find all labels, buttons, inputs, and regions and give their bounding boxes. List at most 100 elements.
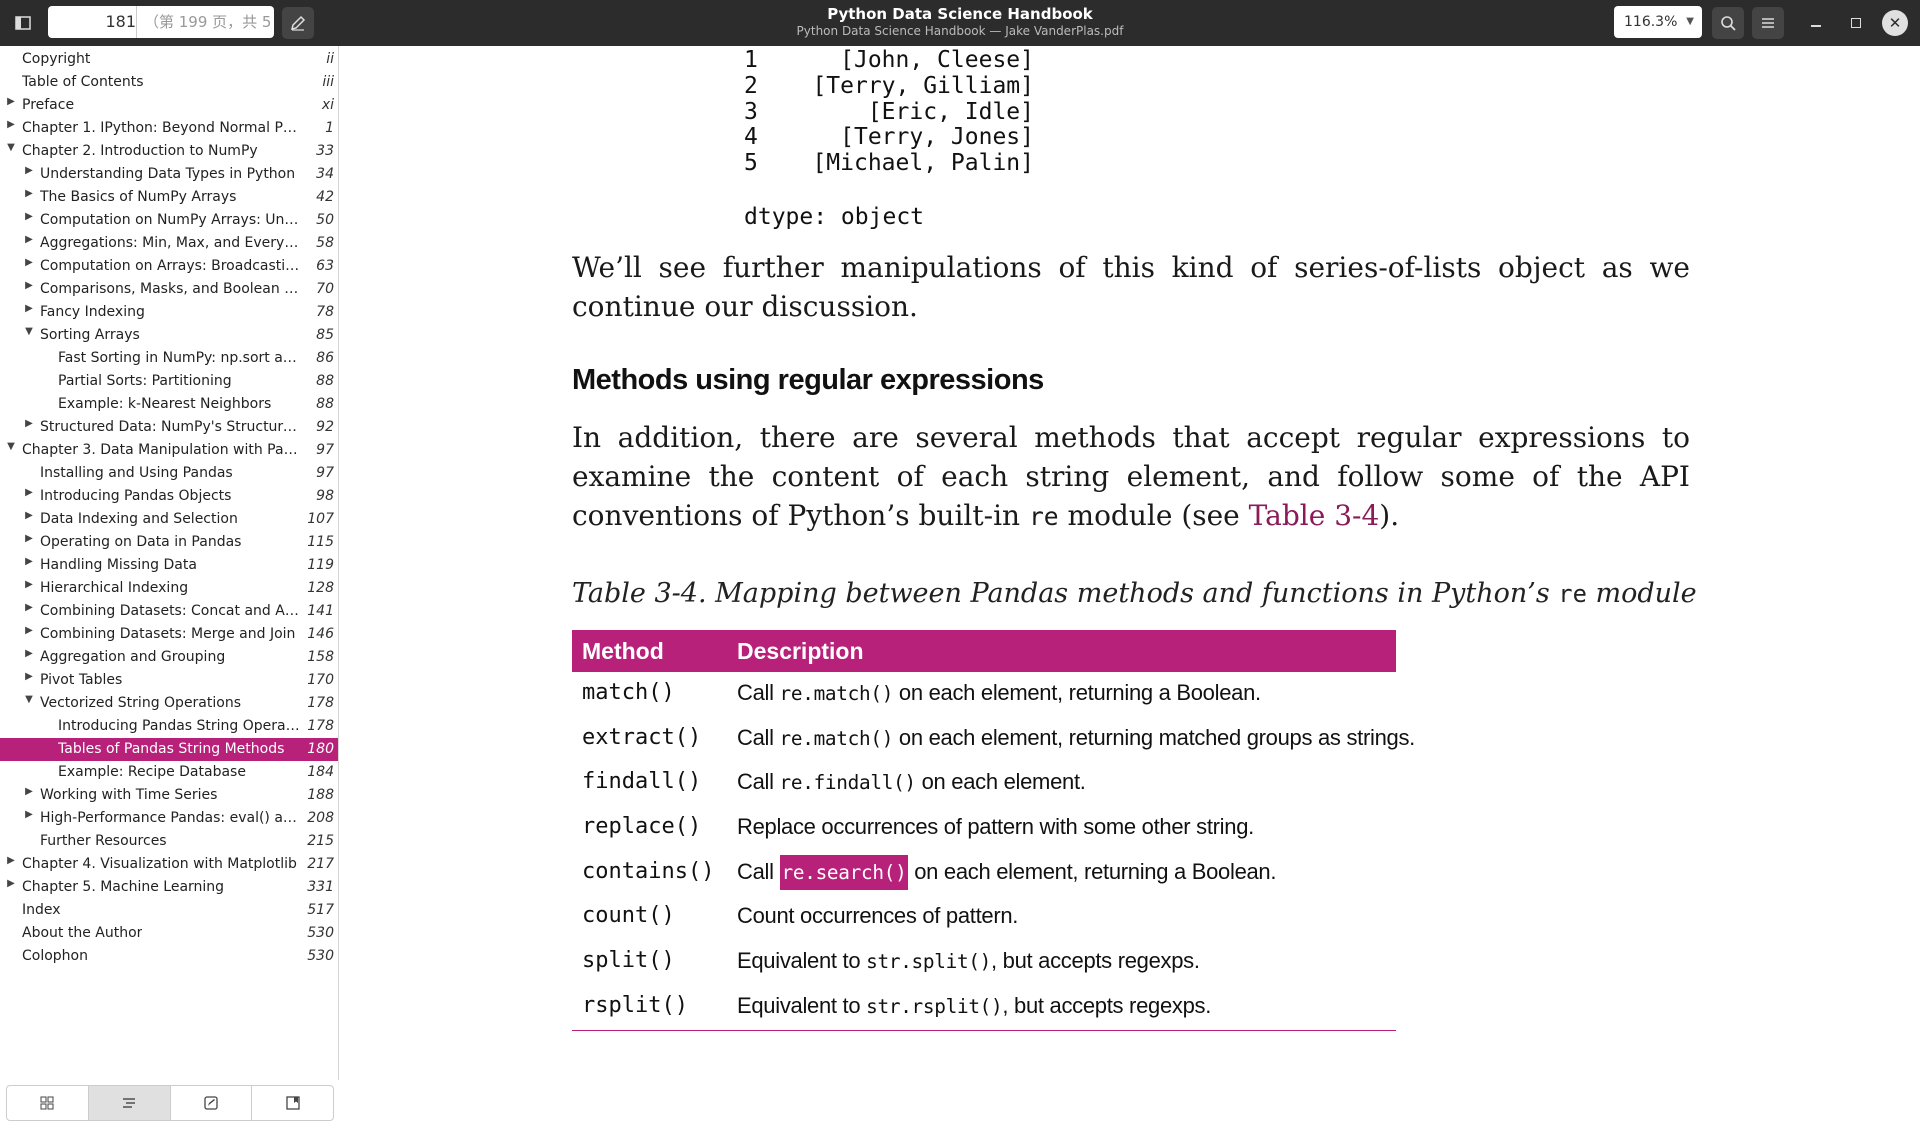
- toc-item[interactable]: ▶ Operating on Data in Pandas 115: [0, 531, 338, 554]
- maximize-button[interactable]: [1840, 7, 1872, 39]
- toc-item[interactable]: Colophon 530: [0, 945, 338, 968]
- toc-item-page: 141: [307, 603, 334, 619]
- collapsed-chevron-icon[interactable]: ▶: [4, 855, 18, 866]
- minimize-button[interactable]: [1800, 7, 1832, 39]
- toc-item[interactable]: ▶ Structured Data: NumPy's Structured… 92: [0, 416, 338, 439]
- toc-item-label: Aggregations: Min, Max, and Everythi…: [40, 235, 300, 251]
- toc-item[interactable]: ▶ Working with Time Series 188: [0, 784, 338, 807]
- menu-button[interactable]: [1752, 7, 1784, 39]
- tab-outline[interactable]: [88, 1086, 171, 1120]
- toc-item[interactable]: ▶ Comparisons, Masks, and Boolean Lo… 70: [0, 278, 338, 301]
- annotate-button[interactable]: [282, 7, 314, 39]
- description-text: Call: [737, 769, 780, 795]
- toc-item[interactable]: ▼ Chapter 3. Data Manipulation with Panda…: [0, 439, 338, 462]
- page-number-input[interactable]: 181 （第 199 页，共 5: [48, 6, 274, 38]
- collapsed-chevron-icon[interactable]: ▶: [22, 579, 36, 590]
- collapsed-chevron-icon[interactable]: ▶: [22, 211, 36, 222]
- expanded-chevron-icon[interactable]: ▼: [22, 694, 36, 705]
- zoom-select[interactable]: 116.3% ▼: [1614, 6, 1702, 38]
- toc-item[interactable]: Further Resources 215: [0, 830, 338, 853]
- toc-item[interactable]: ▶ Understanding Data Types in Python 34: [0, 163, 338, 186]
- header-bar: 181 （第 199 页，共 5 Python Data Science Han…: [0, 0, 1920, 46]
- toc-item[interactable]: ▶ Data Indexing and Selection 107: [0, 508, 338, 531]
- collapsed-chevron-icon[interactable]: ▶: [22, 188, 36, 199]
- tab-thumbnails[interactable]: [7, 1086, 89, 1120]
- toc-item[interactable]: ▶ Hierarchical Indexing 128: [0, 577, 338, 600]
- toc-item[interactable]: Example: k-Nearest Neighbors 88: [0, 393, 338, 416]
- collapsed-chevron-icon[interactable]: ▶: [4, 96, 18, 107]
- toc-item[interactable]: About the Author 530: [0, 922, 338, 945]
- toc-item[interactable]: Table of Contents iii: [0, 71, 338, 94]
- toc-item[interactable]: ▶ Preface xi: [0, 94, 338, 117]
- toc-item[interactable]: ▶ Pivot Tables 170: [0, 669, 338, 692]
- toc-item[interactable]: ▶ The Basics of NumPy Arrays 42: [0, 186, 338, 209]
- collapsed-chevron-icon[interactable]: ▶: [4, 878, 18, 889]
- page-number-value[interactable]: 181: [48, 6, 137, 38]
- collapsed-chevron-icon[interactable]: ▶: [22, 165, 36, 176]
- toc-item[interactable]: Tables of Pandas String Methods 180: [0, 738, 338, 761]
- maximize-icon: [1851, 18, 1861, 28]
- thumbnails-icon: [40, 1096, 54, 1110]
- close-button[interactable]: ✕: [1882, 10, 1908, 36]
- toc-item[interactable]: ▼ Sorting Arrays 85: [0, 324, 338, 347]
- collapsed-chevron-icon[interactable]: ▶: [22, 602, 36, 613]
- toc-item[interactable]: ▶ Introducing Pandas Objects 98: [0, 485, 338, 508]
- table-body: match() Call re.match() on each element, …: [572, 672, 1415, 1030]
- collapsed-chevron-icon[interactable]: ▶: [22, 786, 36, 797]
- collapsed-chevron-icon[interactable]: ▶: [22, 487, 36, 498]
- collapsed-chevron-icon[interactable]: ▶: [22, 809, 36, 820]
- collapsed-chevron-icon[interactable]: ▶: [22, 625, 36, 636]
- collapsed-chevron-icon[interactable]: ▶: [22, 257, 36, 268]
- toc-item-label: Computation on Arrays: Broadcasting: [40, 258, 300, 274]
- toc-item[interactable]: ▶ Computation on NumPy Arrays: Univ… 50: [0, 209, 338, 232]
- toc-item[interactable]: ▶ High-Performance Pandas: eval() and… 208: [0, 807, 338, 830]
- tab-annotations[interactable]: [171, 1086, 253, 1120]
- toc-item[interactable]: ▶ Aggregation and Grouping 158: [0, 646, 338, 669]
- expanded-chevron-icon[interactable]: ▼: [22, 326, 36, 337]
- toc-item[interactable]: ▶ Aggregations: Min, Max, and Everythi… 58: [0, 232, 338, 255]
- collapsed-chevron-icon[interactable]: ▶: [22, 510, 36, 521]
- toc-item[interactable]: ▶ Chapter 1. IPython: Beyond Normal Pyt… 1: [0, 117, 338, 140]
- sidebar-toggle-button[interactable]: [8, 7, 38, 39]
- caption-text: module: [1586, 578, 1697, 609]
- collapsed-chevron-icon[interactable]: ▶: [22, 234, 36, 245]
- collapsed-chevron-icon[interactable]: ▶: [22, 303, 36, 314]
- toc-item[interactable]: Fast Sorting in NumPy: np.sort and… 86: [0, 347, 338, 370]
- search-icon: [1721, 16, 1736, 31]
- toc-item[interactable]: ▶ Chapter 4. Visualization with Matplotli…: [0, 853, 338, 876]
- collapsed-chevron-icon[interactable]: ▶: [22, 280, 36, 291]
- toc-item[interactable]: ▶ Combining Datasets: Concat and App… 141: [0, 600, 338, 623]
- paragraph: We’ll see further manipulations of this …: [572, 251, 1690, 323]
- toc-item[interactable]: Introducing Pandas String Operati… 178: [0, 715, 338, 738]
- expanded-chevron-icon[interactable]: ▼: [4, 142, 18, 153]
- description-code: re.findall(): [779, 771, 917, 795]
- toc-item[interactable]: Installing and Using Pandas 97: [0, 462, 338, 485]
- table-header: Method Description: [572, 630, 1396, 672]
- table-link[interactable]: Table 3-4: [1249, 499, 1380, 532]
- collapsed-chevron-icon[interactable]: ▶: [22, 418, 36, 429]
- toc-item[interactable]: Partial Sorts: Partitioning 88: [0, 370, 338, 393]
- toc-item[interactable]: ▶ Handling Missing Data 119: [0, 554, 338, 577]
- toc-item[interactable]: ▼ Chapter 2. Introduction to NumPy 33: [0, 140, 338, 163]
- table-row: findall() Call re.findall() on each eleme…: [572, 761, 1396, 806]
- section-heading: Methods using regular expressions: [572, 364, 1044, 396]
- collapsed-chevron-icon[interactable]: ▶: [22, 648, 36, 659]
- toc-item[interactable]: ▶ Combining Datasets: Merge and Join 146: [0, 623, 338, 646]
- toc-item[interactable]: ▼ Vectorized String Operations 178: [0, 692, 338, 715]
- search-button[interactable]: [1712, 7, 1744, 39]
- collapsed-chevron-icon[interactable]: ▶: [22, 671, 36, 682]
- collapsed-chevron-icon[interactable]: ▶: [22, 533, 36, 544]
- collapsed-chevron-icon[interactable]: ▶: [4, 119, 18, 130]
- toc-item-label: Further Resources: [40, 833, 167, 849]
- toc-item[interactable]: Example: Recipe Database 184: [0, 761, 338, 784]
- toc-item[interactable]: ▶ Chapter 5. Machine Learning 331: [0, 876, 338, 899]
- collapsed-chevron-icon[interactable]: ▶: [22, 556, 36, 567]
- toc-item[interactable]: Index 517: [0, 899, 338, 922]
- toc-item[interactable]: Copyright ii: [0, 48, 338, 71]
- toc-item[interactable]: ▶ Fancy Indexing 78: [0, 301, 338, 324]
- code-value: [Terry, Jones]: [840, 124, 1034, 151]
- expanded-chevron-icon[interactable]: ▼: [4, 441, 18, 452]
- description-text: Call: [737, 680, 780, 705]
- toc-item[interactable]: ▶ Computation on Arrays: Broadcasting 63: [0, 255, 338, 278]
- tab-bookmarks[interactable]: [252, 1086, 333, 1120]
